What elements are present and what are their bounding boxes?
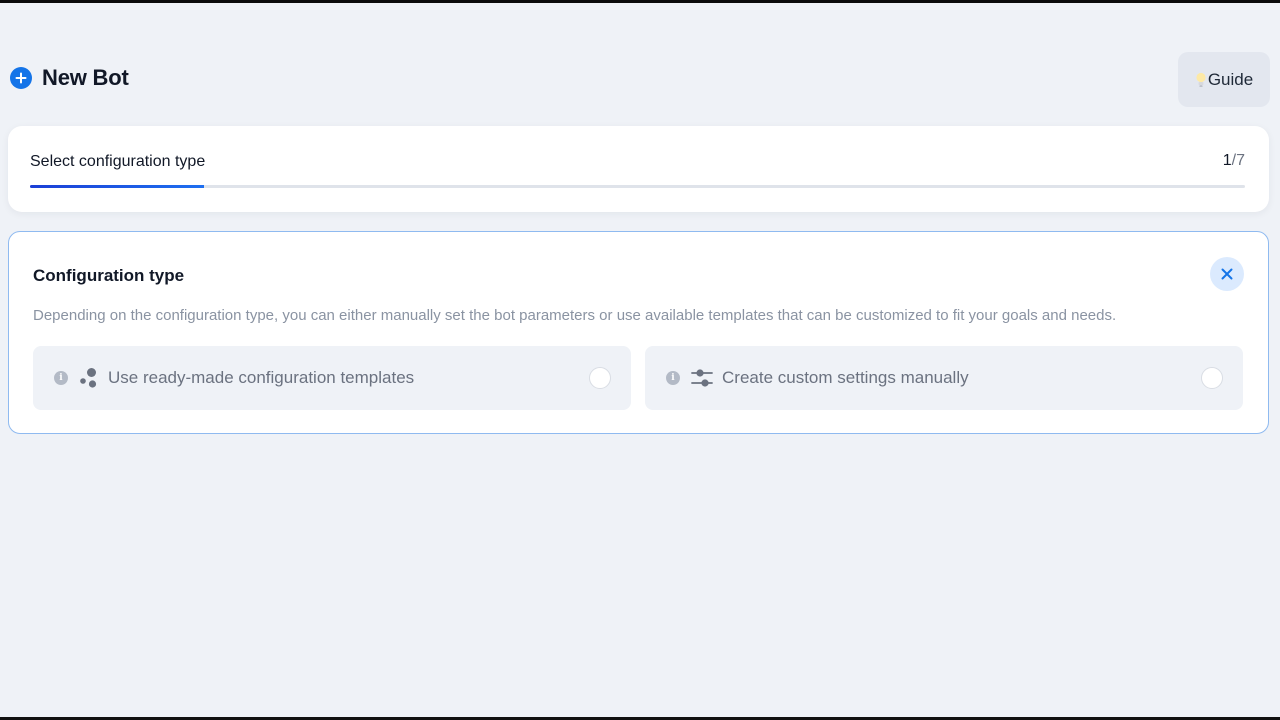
- option-radio[interactable]: [1201, 367, 1223, 389]
- progress-card: Select configuration type 1/7: [8, 126, 1269, 212]
- progress-label: Select configuration type: [30, 153, 206, 170]
- lightbulb-icon: [1195, 71, 1207, 89]
- configuration-card: Configuration type Depending on the conf…: [8, 231, 1269, 434]
- templates-icon: [79, 367, 99, 389]
- configuration-title: Configuration type: [33, 266, 185, 285]
- title-wrap: New Bot: [10, 65, 129, 91]
- guide-label: Guide: [1207, 69, 1254, 89]
- current-step: 1: [1222, 152, 1232, 169]
- guide-button[interactable]: Guide: [1178, 52, 1270, 107]
- top-edge-line: [0, 0, 1280, 3]
- option-radio[interactable]: [589, 367, 611, 389]
- sliders-icon: [691, 367, 713, 389]
- option-custom-settings[interactable]: i Create custom settings manually: [645, 346, 1243, 410]
- step-counter: 1/7: [1223, 152, 1245, 170]
- info-icon[interactable]: i: [666, 371, 680, 385]
- progress-track: [30, 185, 1245, 188]
- option-label: Create custom settings manually: [722, 368, 969, 387]
- close-icon: [1221, 268, 1233, 280]
- progress-fill: [30, 185, 204, 188]
- option-templates[interactable]: i Use ready-made configuration templates: [33, 346, 631, 410]
- configuration-description: Depending on the configuration type, you…: [33, 307, 1117, 324]
- info-icon[interactable]: i: [54, 371, 68, 385]
- page-title: New Bot: [42, 65, 129, 90]
- plus-circle-icon: [10, 67, 32, 89]
- total-steps: /7: [1231, 152, 1245, 169]
- option-label: Use ready-made configuration templates: [108, 368, 415, 387]
- page-header: New Bot Guide: [10, 52, 1270, 108]
- close-button[interactable]: [1210, 257, 1244, 291]
